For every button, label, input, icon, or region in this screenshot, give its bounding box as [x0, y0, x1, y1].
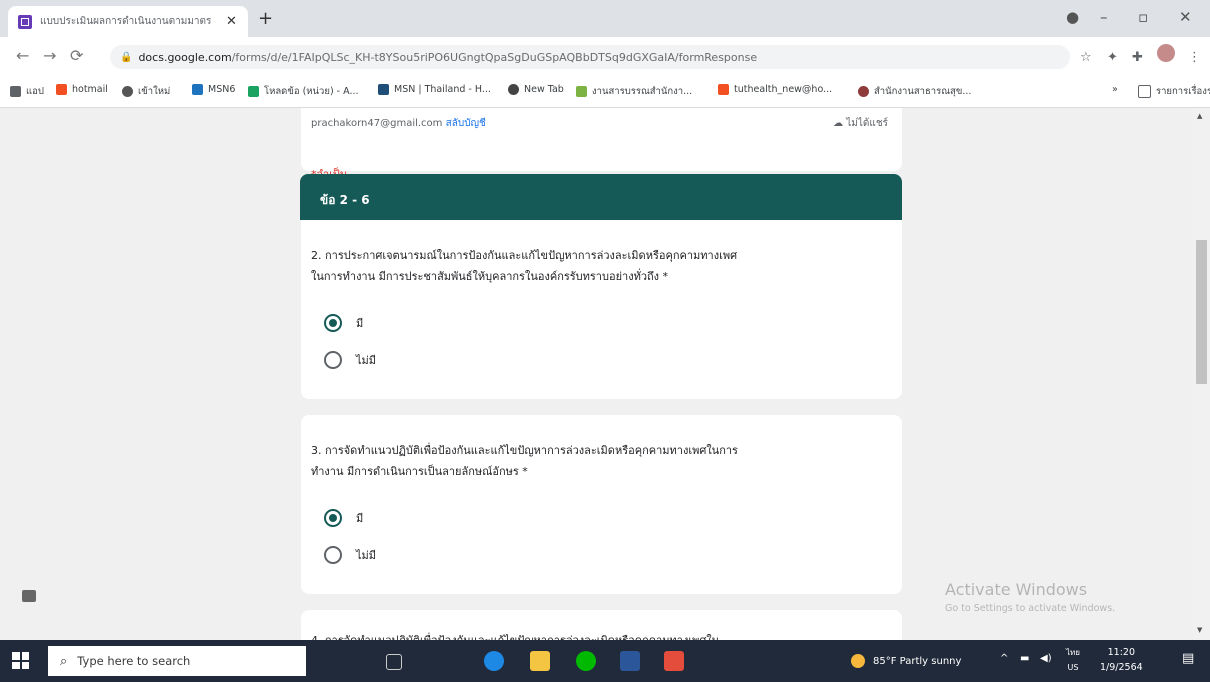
search-placeholder: Type here to search — [77, 654, 191, 668]
address-bar[interactable]: 🔒 docs.google.com/forms/d/e/1FAIpQLSc_KH… — [110, 45, 1070, 69]
option-no[interactable]: ไม่มี — [324, 546, 376, 564]
bookmark-apps[interactable]: แอป — [10, 84, 44, 99]
volume-icon[interactable]: ◀) — [1040, 653, 1052, 664]
bookmark-new-tab[interactable]: New Tab — [508, 84, 564, 95]
bookmarks-bar: แอป hotmail เข้าใหม่ MSN6 โหลดข้อ (หน่วย… — [0, 75, 1210, 108]
browser-tab[interactable]: แบบประเมินผลการดำเนินงานตามมาตร ✕ — [8, 6, 248, 37]
radio-unselected[interactable] — [324, 546, 342, 564]
feedback-icon[interactable] — [22, 590, 36, 602]
edge-icon[interactable] — [484, 651, 504, 671]
taskbar-search-box[interactable]: ⌕ Type here to search — [48, 646, 306, 676]
section-header: ข้อ 2 - 6 — [300, 174, 902, 220]
line-icon[interactable] — [576, 651, 596, 671]
extension-icon[interactable]: ✦ — [1107, 50, 1118, 65]
option-yes[interactable]: มี — [324, 509, 363, 527]
system-clock[interactable]: 11:20 1/9/2564 — [1100, 645, 1143, 675]
question-text: 3. การจัดทำแนวปฏิบัติเพื่อป้องกันและแก้ไ… — [311, 444, 738, 478]
partly-sunny-icon — [851, 654, 865, 668]
bookmark-new[interactable]: เข้าใหม่ — [122, 84, 170, 99]
question-text: 4. การจัดทำแนวปฏิบัติเพื่อป้องกันและแก้ไ… — [311, 630, 886, 640]
scrollbar-thumb[interactable] — [1196, 240, 1207, 384]
google-forms-icon — [18, 14, 32, 29]
back-icon[interactable]: ← — [16, 46, 29, 65]
tab-close-icon[interactable]: ✕ — [226, 14, 237, 29]
question-card-4: 4. การจัดทำแนวปฏิบัติเพื่อป้องกันและแก้ไ… — [301, 610, 902, 640]
minimize-icon[interactable]: – — [1100, 8, 1108, 26]
search-icon: ⌕ — [60, 653, 68, 669]
question-text: 2. การประกาศเจตนารมณ์ในการป้องกันและแก้ไ… — [311, 249, 738, 283]
puzzle-icon[interactable]: ✚ — [1132, 50, 1143, 65]
notifications-icon[interactable]: ▤ — [1182, 651, 1194, 666]
bookmark-health-office[interactable]: สำนักงานสาธารณสุข... — [858, 84, 971, 99]
tray-chevron-icon[interactable]: ^ — [1000, 653, 1008, 664]
bookmark-office[interactable]: งานสารบรรณสำนักงา... — [576, 84, 692, 99]
tab-strip: แบบประเมินผลการดำเนินงานตามมาตร ✕ + ● – … — [0, 0, 1210, 37]
option-no[interactable]: ไม่มี — [324, 351, 376, 369]
header-card: prachakorn47@gmail.com สลับบัญชี ☁ ไม่ได… — [301, 108, 902, 181]
close-window-icon[interactable]: ✕ — [1179, 8, 1192, 26]
windows-taskbar: ⌕ Type here to search 85°F Partly sunny … — [0, 640, 1210, 682]
task-view-icon[interactable] — [386, 654, 402, 670]
not-shared-label: ☁ ไม่ได้แชร์ — [833, 118, 888, 129]
question-card-2: 2. การประกาศเจตนารมณ์ในการป้องกันและแก้ไ… — [301, 220, 902, 399]
switch-account-link[interactable]: สลับบัญชี — [446, 118, 486, 129]
reload-icon[interactable]: ⟳ — [70, 46, 83, 65]
chrome-icon[interactable] — [664, 651, 684, 671]
reading-list[interactable]: รายการเรื่องรออ่าน — [1138, 84, 1210, 99]
windows-start-icon[interactable] — [12, 652, 29, 669]
word-icon[interactable] — [620, 651, 640, 671]
radio-selected[interactable] — [324, 509, 342, 527]
bookmarks-more[interactable]: » — [1112, 84, 1118, 95]
lock-icon: 🔒 — [120, 51, 133, 63]
bookmark-msn-thailand[interactable]: MSN | Thailand - H... — [378, 84, 491, 95]
account-email: prachakorn47@gmail.com สลับบัญชี — [311, 118, 486, 129]
bookmark-tuthealth[interactable]: tuthealth_new@ho... — [718, 84, 832, 95]
radio-selected[interactable] — [324, 314, 342, 332]
question-card-3: 3. การจัดทำแนวปฏิบัติเพื่อป้องกันและแก้ไ… — [301, 415, 902, 594]
battery-icon[interactable]: ▬ — [1020, 653, 1029, 664]
file-explorer-icon[interactable] — [530, 651, 550, 671]
page-scrollbar[interactable]: ▲ ▼ — [1193, 108, 1210, 640]
option-yes[interactable]: มี — [324, 314, 363, 332]
bookmark-star-icon[interactable]: ☆ — [1080, 50, 1092, 65]
weather-widget[interactable]: 85°F Partly sunny — [851, 654, 961, 668]
profile-dot-icon[interactable]: ● — [1066, 8, 1079, 26]
input-language[interactable]: ไทย US — [1066, 645, 1080, 675]
bookmark-msn6[interactable]: MSN6 — [192, 84, 235, 95]
bookmark-hotmail[interactable]: hotmail — [56, 84, 108, 95]
scroll-up-icon[interactable]: ▲ — [1197, 112, 1202, 120]
bookmark-download[interactable]: โหลดข้อ (หน่วย) - A... — [248, 84, 359, 99]
profile-avatar[interactable] — [1157, 44, 1175, 62]
menu-icon[interactable]: ⋮ — [1188, 50, 1201, 65]
url-text[interactable]: docs.google.com/forms/d/e/1FAIpQLSc_KH-t… — [138, 51, 1038, 64]
browser-toolbar: ← → ⟳ 🔒 docs.google.com/forms/d/e/1FAIpQ… — [0, 37, 1210, 75]
activate-windows-watermark: Activate Windows Go to Settings to activ… — [945, 580, 1116, 614]
form-page: prachakorn47@gmail.com สลับบัญชี ☁ ไม่ได… — [0, 108, 1210, 640]
scroll-down-icon[interactable]: ▼ — [1197, 626, 1202, 634]
forward-icon[interactable]: → — [43, 46, 56, 65]
section-title: ข้อ 2 - 6 — [320, 193, 370, 207]
new-tab-button[interactable]: + — [258, 8, 273, 29]
maximize-icon[interactable]: ▫ — [1138, 8, 1148, 26]
radio-unselected[interactable] — [324, 351, 342, 369]
tab-title: แบบประเมินผลการดำเนินงานตามมาตร — [40, 16, 212, 27]
